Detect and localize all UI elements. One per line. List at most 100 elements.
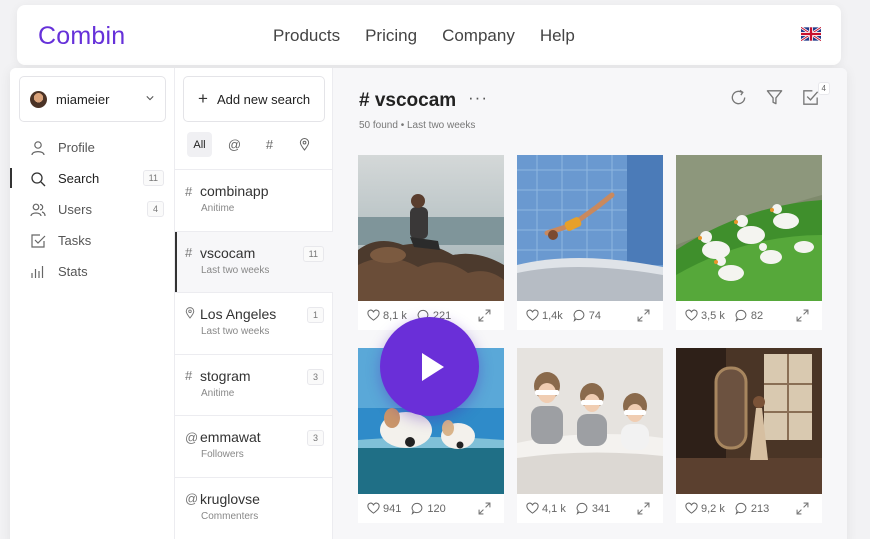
nav-pricing-link[interactable]: Pricing [365,26,417,46]
post-photo[interactable] [517,155,663,301]
search-period: Commenters [201,510,259,522]
add-new-search-label: Add new search [216,91,311,107]
search-item-los-angeles[interactable]: Los Angeles Last two weeks 1 [175,292,333,354]
expand-icon[interactable] [796,502,809,515]
filter-all[interactable]: All [187,132,212,157]
uk-flag-icon[interactable] [801,27,821,41]
search-period: Last two weeks [201,264,270,276]
search-count-badge: 1 [306,307,324,323]
heart-icon [526,502,539,514]
play-icon [421,352,444,381]
comment-icon [735,502,747,515]
comments-count: 82 [750,309,764,322]
search-period: Last two weeks [201,326,270,337]
user-icon [31,140,45,155]
filter-locations[interactable] [292,132,317,157]
search-item-emmawat[interactable]: @ emmawat Followers 3 [175,415,333,477]
sidebar-item-search[interactable]: Search 11 [10,163,174,194]
expand-icon[interactable] [796,309,809,322]
comment-icon [735,309,747,322]
post-photo[interactable] [358,155,504,301]
results-meta: 50 found • Last two weeks [359,120,476,131]
video-play-button[interactable] [380,317,479,416]
location-pin-icon [185,306,200,322]
sidebar-item-users[interactable]: Users 4 [10,194,174,225]
add-new-search-button[interactable]: + Add new search [183,76,325,122]
search-period: Anitime [201,387,235,399]
hashtag-icon: # [185,183,193,199]
likes-count: 1,4k [542,309,563,322]
account-selector[interactable]: miameier [19,76,166,122]
sidebar-item-stats[interactable]: Stats [10,256,174,287]
comments-count: 213 [750,502,770,515]
comment-icon [576,502,588,515]
comments-count: 341 [591,502,611,515]
results-count: 50 found [359,120,398,131]
search-name: emmawat [200,429,261,445]
search-item-vscocam[interactable]: # vscocam Last two weeks 11 [175,230,333,292]
search-count-badge: 11 [142,170,164,186]
nav-links: Products Pricing Company Help [273,26,575,46]
search-icon [31,171,46,186]
refresh-icon[interactable] [729,88,748,107]
nav-products-link[interactable]: Products [273,26,340,46]
tasks-button[interactable]: 4 [801,82,830,112]
nav-help-link[interactable]: Help [540,26,575,46]
expand-icon[interactable] [637,309,650,322]
expand-icon[interactable] [637,502,650,515]
sidebar-item-profile[interactable]: Profile [10,132,174,163]
avatar [30,90,47,108]
saved-searches-list: # combinapp Anitime # vscocam Last two wee… [175,169,333,538]
heart-icon [367,309,380,321]
at-icon: @ [185,429,199,445]
top-navigation: Combin Products Pricing Company Help [17,5,841,65]
search-period: Anitime [201,203,235,214]
users-count-badge: 4 [146,201,164,217]
chevron-down-icon [146,96,154,101]
search-item-stogram[interactable]: # stogram Anitime 3 [175,353,333,416]
search-item-kruglovse[interactable]: @ kruglovse Commenters [175,476,333,539]
heart-icon [367,502,380,514]
likes-count: 4,1 k [542,502,566,515]
post-photo[interactable] [517,348,663,494]
at-icon: @ [185,491,199,506]
search-name: Los Angeles [200,306,277,322]
sidebar-item-label: Tasks [58,233,92,248]
post-card[interactable]: 1,4k 74 [517,155,663,330]
users-icon [30,203,46,216]
sidebar: miameier Profile Search 11 Users 4 Tasks [10,68,174,539]
post-stats: 941 120 [358,494,504,523]
combin-logo[interactable]: Combin [38,22,125,51]
hashtag-icon: # [185,368,193,383]
heart-icon [685,502,698,514]
likes-count: 3,5 k [701,309,725,322]
results-period: Last two weeks [407,120,476,131]
sidebar-item-label: Users [58,202,92,217]
filter-accounts[interactable]: @ [222,132,247,157]
more-options-icon[interactable]: ··· [468,88,488,108]
search-type-filters: All @ # [187,132,317,157]
expand-icon[interactable] [478,502,491,515]
post-card[interactable]: 8,1 k 221 [358,155,504,330]
nav-company-link[interactable]: Company [442,26,515,46]
sidebar-item-label: Stats [58,264,88,279]
stats-icon [31,265,44,278]
expand-icon[interactable] [478,309,491,322]
sidebar-item-tasks[interactable]: Tasks [10,225,174,256]
results-toolbar: 4 [729,82,830,112]
post-card[interactable]: 3,5 k 82 [676,155,822,330]
search-results-panel: # vscocam ··· 50 found • Last two weeks … [333,68,847,539]
location-pin-icon [299,138,310,151]
search-count-badge: 3 [306,368,324,385]
post-photo[interactable] [676,155,822,301]
account-username: miameier [56,91,110,107]
filter-hashtags[interactable]: # [257,132,282,157]
likes-count: 9,2 k [701,502,725,515]
post-card[interactable]: 9,2 k 213 [676,348,822,523]
post-stats: 1,4k 74 [517,301,663,330]
post-photo[interactable] [676,348,822,494]
search-item-combinapp[interactable]: # combinapp Anitime [175,169,333,231]
search-name: stogram [200,367,251,384]
post-card[interactable]: 4,1 k 341 [517,348,663,523]
filter-icon[interactable] [765,88,784,107]
